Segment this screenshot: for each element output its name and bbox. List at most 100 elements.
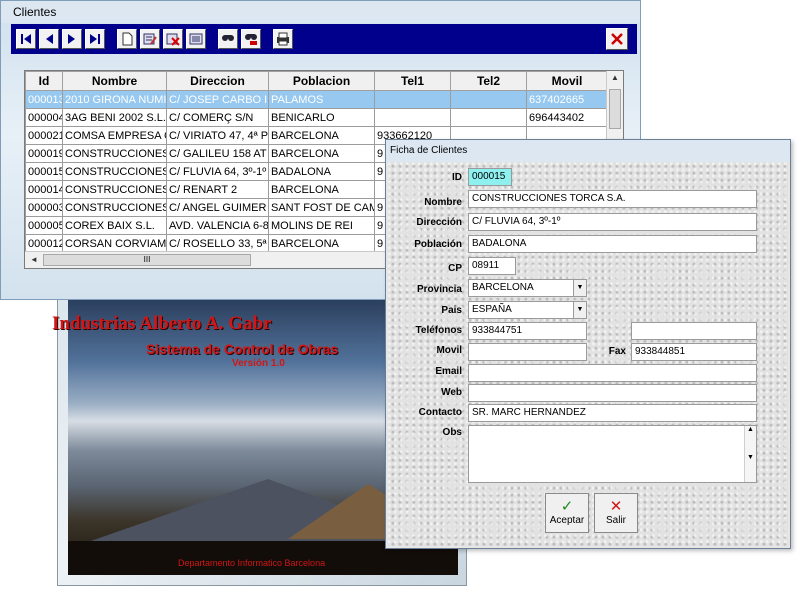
delete-record-button[interactable] xyxy=(163,29,183,49)
provincia-select[interactable]: BARCELONA ▼ xyxy=(468,279,587,297)
cp-field[interactable]: 08911 xyxy=(468,257,516,275)
label-movil: Movil xyxy=(436,345,462,356)
cell-id: 000014 xyxy=(25,180,63,199)
scroll-up-icon[interactable]: ▲ xyxy=(611,73,619,82)
ficha-form: ID 000015 Nombre CONSTRUCCIONES TORCA S.… xyxy=(388,162,788,546)
ficha-clientes-window: Ficha de Clientes ID 000015 Nombre CONST… xyxy=(385,139,791,549)
cell-direccion: C/ GALILEU 158 AT xyxy=(166,144,269,163)
next-icon xyxy=(68,34,75,44)
pais-select[interactable]: ESPAÑA ▼ xyxy=(468,301,587,319)
first-record-button[interactable] xyxy=(16,29,36,49)
next-record-button[interactable] xyxy=(62,29,82,49)
label-email: Email xyxy=(435,366,462,377)
cell-id: 000021 xyxy=(25,126,63,145)
search-filter-button[interactable] xyxy=(241,29,261,49)
cell-nombre: COREX BAIX S.L. xyxy=(62,216,167,235)
label-pais: Pais xyxy=(441,305,462,316)
close-icon xyxy=(611,33,623,45)
last-icon xyxy=(90,34,100,44)
cell-direccion: C/ VIRIATO 47, 4ª P xyxy=(166,126,269,145)
new-record-button[interactable] xyxy=(117,29,137,49)
label-cp: CP xyxy=(448,263,462,274)
cell-poblacion: BARCELONA xyxy=(268,180,375,199)
list-icon xyxy=(189,33,203,45)
label-telefonos: Teléfonos xyxy=(415,325,462,336)
cell-nombre: CONSTRUCCIONES xyxy=(62,198,167,217)
ficha-title: Ficha de Clientes xyxy=(386,140,790,162)
id-field[interactable]: 000015 xyxy=(468,168,512,186)
cell-nombre: 3AG BENI 2002 S.L. xyxy=(62,108,167,127)
obs-scrollbar[interactable]: ▲ ▼ xyxy=(744,426,756,482)
contacto-field[interactable]: SR. MARC HERNANDEZ xyxy=(468,404,757,422)
aceptar-label: Aceptar xyxy=(549,515,585,526)
cell-nombre: CONSTRUCCIONES xyxy=(62,144,167,163)
cell-id: 000003 xyxy=(25,198,63,217)
cell-tel2 xyxy=(450,90,527,109)
cell-poblacion: BENICARLO xyxy=(268,108,375,127)
search-icon xyxy=(222,35,234,41)
provincia-value: BARCELONA xyxy=(472,282,534,293)
label-contacto: Contacto xyxy=(418,407,462,418)
clientes-title: Clientes xyxy=(1,1,640,23)
prev-record-button[interactable] xyxy=(39,29,59,49)
cell-nombre: 2010 GIRONA NUMI xyxy=(62,90,167,109)
label-web: Web xyxy=(441,387,462,398)
scroll-left-icon[interactable]: ◄ xyxy=(30,255,38,264)
cell-poblacion: MOLINS DE REI xyxy=(268,216,375,235)
direccion-field[interactable]: C/ FLUVIA 64, 3º-1º xyxy=(468,213,757,231)
cell-poblacion: PALAMOS xyxy=(268,90,375,109)
column-header-movil[interactable]: Movil xyxy=(526,71,608,91)
cell-direccion: C/ RENART 2 xyxy=(166,180,269,199)
cell-id: 000013 xyxy=(25,90,63,109)
table-row[interactable]: 000013 2010 GIRONA NUMI C/ JOSEP CARBO I… xyxy=(25,90,608,109)
cell-direccion: C/ ROSELLO 33, 5ª xyxy=(166,234,269,253)
email-field[interactable] xyxy=(468,364,757,382)
obs-textarea[interactable]: ▲ ▼ xyxy=(468,425,757,483)
cell-poblacion: SANT FOST DE CAM xyxy=(268,198,375,217)
nombre-field[interactable]: CONSTRUCCIONES TORCA S.A. xyxy=(468,190,757,208)
cell-poblacion: BADALONA xyxy=(268,162,375,181)
close-window-button[interactable] xyxy=(606,28,628,50)
list-button[interactable] xyxy=(186,29,206,49)
edit-record-button[interactable] xyxy=(140,29,160,49)
print-button[interactable] xyxy=(273,29,293,49)
cell-tel2 xyxy=(450,108,527,127)
telefono2-field[interactable] xyxy=(631,322,757,340)
search-button[interactable] xyxy=(218,29,238,49)
cell-movil: 696443402 xyxy=(526,108,608,127)
cell-nombre: CORSAN CORVIAM C xyxy=(62,234,167,253)
cell-id: 000005 xyxy=(25,216,63,235)
chevron-down-icon[interactable]: ▼ xyxy=(573,280,586,296)
table-row[interactable]: 000004 3AG BENI 2002 S.L. C/ COMERÇ S/N … xyxy=(25,108,608,127)
vertical-scroll-thumb[interactable] xyxy=(609,89,621,129)
aceptar-button[interactable]: ✓ Aceptar xyxy=(545,493,589,533)
label-nombre: Nombre xyxy=(424,197,462,208)
cell-poblacion: BARCELONA xyxy=(268,126,375,145)
column-header-nombre[interactable]: Nombre xyxy=(62,71,167,91)
column-header-poblacion[interactable]: Poblacion xyxy=(268,71,375,91)
check-icon: ✓ xyxy=(560,498,574,515)
cell-direccion: C/ ANGEL GUIMER xyxy=(166,198,269,217)
edit-icon xyxy=(143,33,157,45)
chevron-down-icon[interactable]: ▼ xyxy=(573,302,586,318)
cell-tel1 xyxy=(374,90,451,109)
label-direccion: Dirección xyxy=(416,217,462,228)
telefono1-field[interactable]: 933844751 xyxy=(468,322,587,340)
web-field[interactable] xyxy=(468,384,757,402)
cell-id: 000004 xyxy=(25,108,63,127)
clientes-toolbar xyxy=(11,24,637,54)
cell-poblacion: BARCELONA xyxy=(268,234,375,253)
column-header-tel1[interactable]: Tel1 xyxy=(374,71,451,91)
last-record-button[interactable] xyxy=(85,29,105,49)
prev-icon xyxy=(46,34,53,44)
horizontal-scroll-thumb[interactable]: III xyxy=(43,254,251,266)
fax-field[interactable]: 933844851 xyxy=(631,343,757,361)
column-header-direccion[interactable]: Direccion xyxy=(166,71,269,91)
cell-movil: 637402665 xyxy=(526,90,608,109)
cell-direccion: C/ FLUVIA 64, 3º-1º xyxy=(166,162,269,181)
salir-button[interactable]: ✕ Salir xyxy=(594,493,638,533)
poblacion-field[interactable]: BADALONA xyxy=(468,235,757,253)
column-header-id[interactable]: Id xyxy=(25,71,63,91)
column-header-tel2[interactable]: Tel2 xyxy=(450,71,527,91)
label-fax: Fax xyxy=(608,346,626,357)
